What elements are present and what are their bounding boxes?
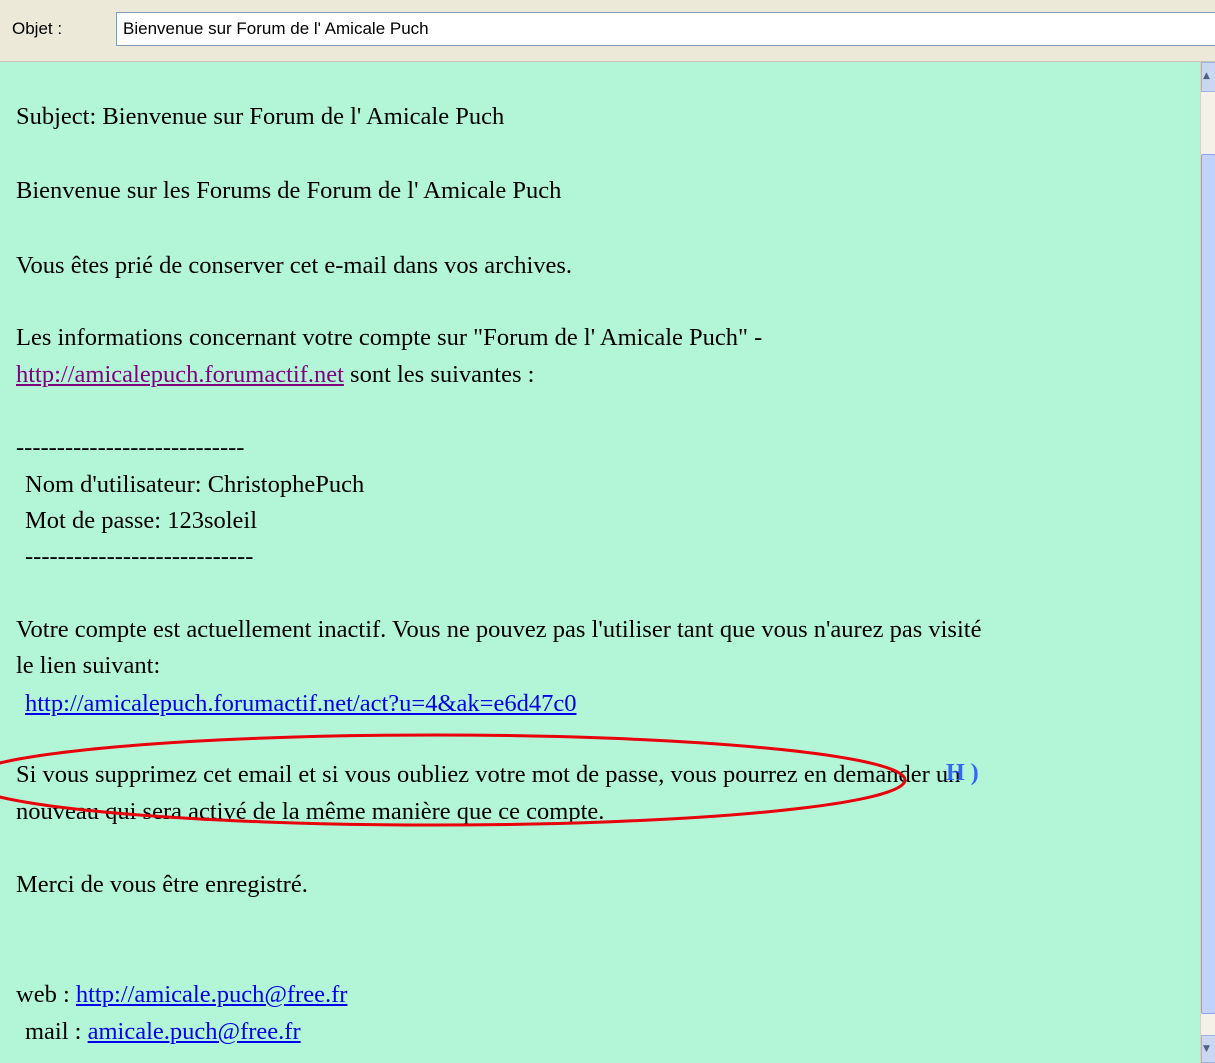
forum-url-link[interactable]: http://amicalepuch.forumactif.net xyxy=(16,361,344,388)
scroll-up-button[interactable]: ▲ xyxy=(1201,62,1215,92)
activation-link[interactable]: http://amicalepuch.forumactif.net/act?u=… xyxy=(25,690,576,717)
inactive-line-2: le lien suivant: xyxy=(16,652,161,679)
keep-notice-line: Vous êtes prié de conserver cet e-mail d… xyxy=(16,252,573,279)
account-info-suffix: sont les suivantes : xyxy=(343,361,535,388)
annotation-label: H ) xyxy=(946,760,979,786)
thanks-line: Merci de vous être enregistré. xyxy=(16,871,308,898)
subject-bar: Objet : xyxy=(0,0,1215,62)
password-line: Mot de passe: 123soleil xyxy=(25,507,258,534)
web-link[interactable]: http://amicale.puch@free.fr xyxy=(76,981,348,1008)
web-label: web : xyxy=(16,981,76,1008)
mail-line: mail : amicale.puch@free.fr xyxy=(25,1018,301,1046)
subject-field[interactable] xyxy=(116,12,1215,46)
message-body: Subject: Bienvenue sur Forum de l' Amica… xyxy=(0,62,1200,1063)
account-info-line: Les informations concernant votre compte… xyxy=(16,324,763,351)
message-subject-line: Subject: Bienvenue sur Forum de l' Amica… xyxy=(16,103,505,130)
activation-line: http://amicalepuch.forumactif.net/act?u=… xyxy=(25,690,576,718)
separator-bottom: ---------------------------- xyxy=(25,543,254,570)
mail-link[interactable]: amicale.puch@free.fr xyxy=(88,1018,301,1045)
separator-top: ---------------------------- xyxy=(16,434,245,461)
scroll-down-button[interactable]: ▼ xyxy=(1201,1035,1215,1063)
username-line: Nom d'utilisateur: ChristophePuch xyxy=(25,471,365,498)
inactive-line-1: Votre compte est actuellement inactif. V… xyxy=(16,616,982,643)
vertical-scrollbar[interactable]: ▲ ▼ xyxy=(1200,62,1215,1063)
subject-label: Objet : xyxy=(12,19,63,38)
account-url-line: http://amicalepuch.forumactif.net sont l… xyxy=(16,361,534,389)
web-line: web : http://amicale.puch@free.fr xyxy=(16,981,347,1009)
mail-label: mail : xyxy=(25,1018,88,1045)
chevron-down-icon: ▼ xyxy=(1203,1044,1210,1054)
annotation-ellipse xyxy=(0,733,907,827)
chevron-up-icon: ▲ xyxy=(1203,71,1210,81)
welcome-line: Bienvenue sur les Forums de Forum de l' … xyxy=(16,177,562,204)
scroll-thumb[interactable] xyxy=(1201,154,1215,1014)
